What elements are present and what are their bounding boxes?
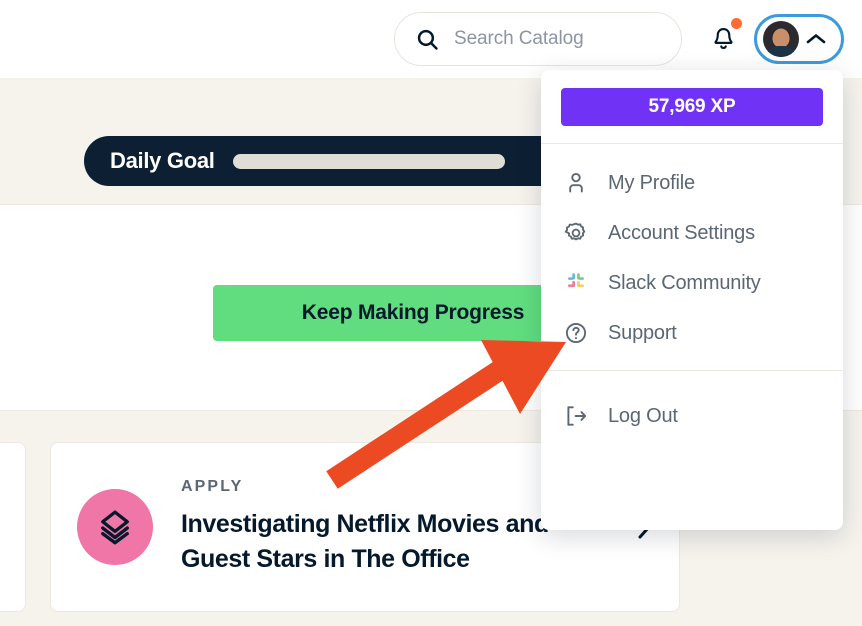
notification-unread-dot [731, 18, 742, 29]
daily-goal-label: Daily Goal [110, 148, 215, 174]
top-header [0, 0, 862, 78]
card-partial-left[interactable] [0, 442, 26, 612]
account-dropdown-menu: 57,969 XP My Profile [541, 70, 843, 530]
menu-item-slack-community[interactable]: Slack Community [541, 258, 843, 308]
layers-diamond-icon [77, 489, 153, 565]
menu-item-my-profile[interactable]: My Profile [541, 158, 843, 208]
user-icon [563, 171, 589, 195]
logout-icon [563, 404, 589, 428]
project-card-title: Investigating Netflix Movies and Guest S… [181, 507, 603, 576]
menu-item-label: My Profile [608, 172, 695, 195]
menu-item-support[interactable]: Support [541, 308, 843, 358]
account-menu-button[interactable] [754, 14, 844, 64]
question-circle-icon [563, 321, 589, 345]
avatar [763, 21, 799, 57]
slack-icon [563, 271, 589, 295]
menu-item-label: Log Out [608, 405, 678, 428]
xp-badge[interactable]: 57,969 XP [561, 88, 823, 126]
menu-item-log-out[interactable]: Log Out [541, 391, 843, 441]
menu-item-label: Account Settings [608, 222, 755, 245]
chevron-up-icon [805, 32, 827, 46]
menu-item-account-settings[interactable]: Account Settings [541, 208, 843, 258]
gear-icon [563, 221, 589, 245]
account-menu-footer: Log Out [541, 370, 843, 459]
search-box[interactable] [394, 12, 682, 66]
menu-item-label: Slack Community [608, 272, 761, 295]
project-card-kicker: APPLY [181, 478, 603, 496]
account-menu-items: My Profile Account Settings [541, 144, 843, 370]
project-card-text: APPLY Investigating Netflix Movies and G… [181, 478, 603, 576]
search-input[interactable] [454, 28, 661, 50]
app-page: Daily Goal Keep Making Progress APPLY In… [0, 0, 862, 626]
menu-item-label: Support [608, 322, 677, 345]
daily-goal-progress-track [233, 154, 505, 169]
search-icon [415, 27, 440, 52]
xp-section: 57,969 XP [541, 70, 843, 144]
